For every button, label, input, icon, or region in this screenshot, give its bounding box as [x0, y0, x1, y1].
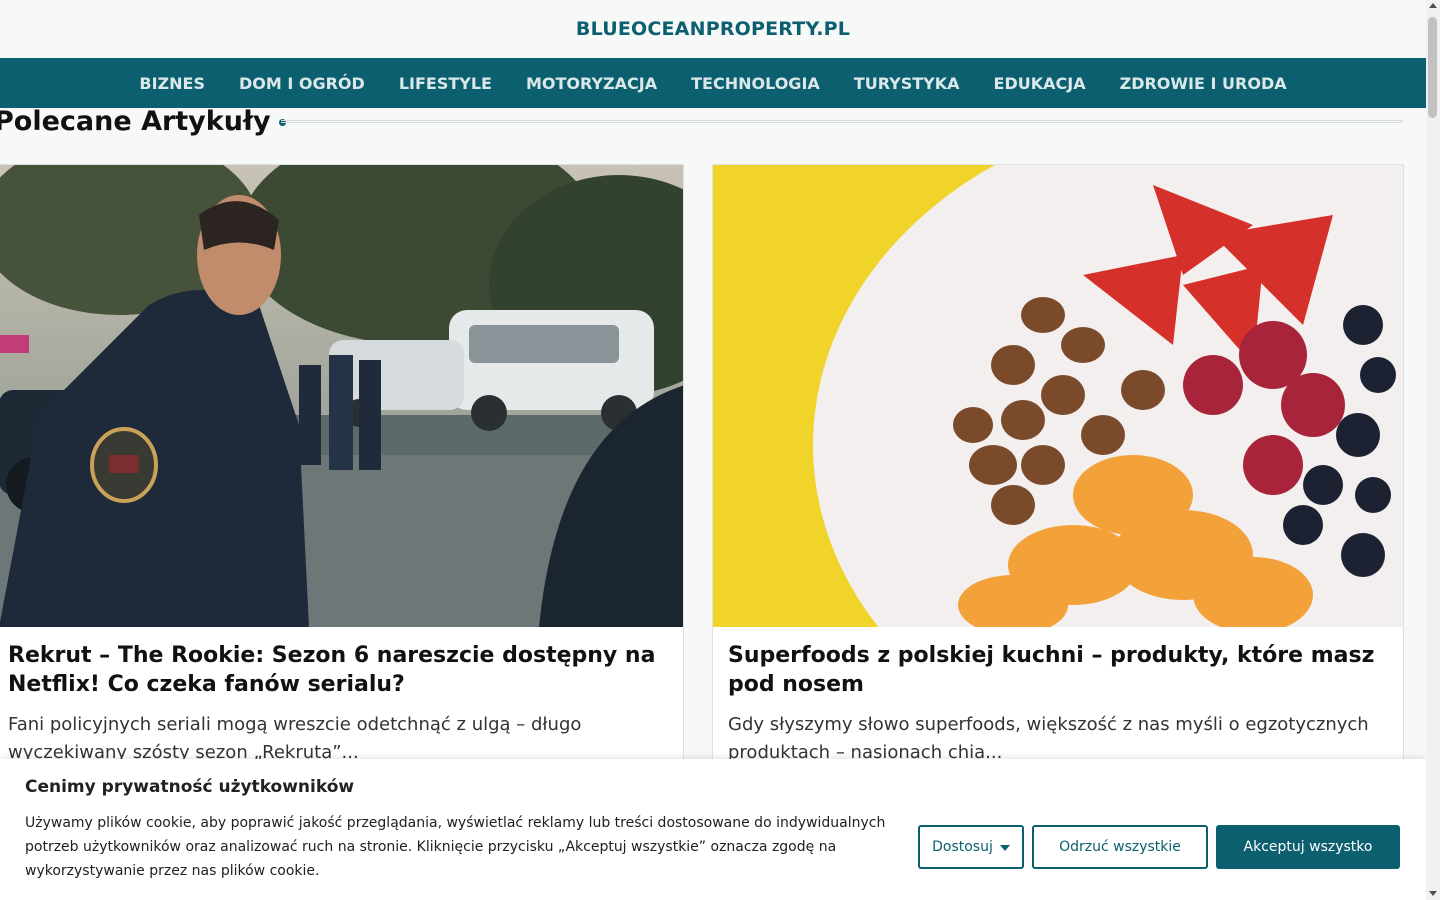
- article-title[interactable]: Rekrut – The Rookie: Sezon 6 nareszcie d…: [8, 641, 674, 699]
- article-image-fruit[interactable]: [713, 165, 1403, 627]
- section-heading: Polecane Artykuły: [0, 103, 286, 139]
- article-body: Rekrut – The Rookie: Sezon 6 nareszcie d…: [0, 627, 683, 767]
- scroll-up-arrow-icon[interactable]: [1429, 3, 1437, 8]
- cookie-title: Cenimy prywatność użytkowników: [25, 777, 355, 797]
- nav-item-motoryzacja[interactable]: MOTORYZACJA: [526, 74, 657, 93]
- page-scrollbar[interactable]: [1426, 0, 1440, 900]
- fruit-bowl-photo: [713, 165, 1403, 627]
- scroll-down-arrow-icon[interactable]: [1429, 891, 1437, 896]
- site-title-link[interactable]: BLUEOCEANPROPERTY.PL: [576, 18, 850, 40]
- scrollbar-thumb[interactable]: [1428, 17, 1437, 118]
- article-title[interactable]: Superfoods z polskiej kuchni – produkty,…: [728, 641, 1388, 699]
- cookie-customize-label: Dostosuj: [932, 839, 993, 855]
- site-header: BLUEOCEANPROPERTY.PL: [0, 0, 1426, 58]
- cookie-description: Używamy plików cookie, aby poprawić jako…: [25, 815, 886, 879]
- nav-item-lifestyle[interactable]: LIFESTYLE: [399, 74, 492, 93]
- cookie-reject-all-button[interactable]: Odrzuć wszystkie: [1032, 825, 1208, 869]
- nav-item-dom-i-ogrod[interactable]: DOM I OGRÓD: [239, 74, 365, 93]
- section-title: Polecane Artykuły: [0, 105, 271, 137]
- cookie-accept-all-button[interactable]: Akceptuj wszystko: [1216, 825, 1400, 869]
- section-divider: [281, 120, 1403, 123]
- police-officer-photo: [0, 165, 683, 627]
- caret-down-icon: [999, 845, 1010, 851]
- nav-item-edukacja[interactable]: EDUKACJA: [994, 74, 1086, 93]
- nav-item-zdrowie-i-uroda[interactable]: ZDROWIE I URODA: [1120, 74, 1287, 93]
- article-image-police[interactable]: [0, 165, 683, 627]
- main-navigation: BIZNES DOM I OGRÓD LIFESTYLE MOTORYZACJA…: [0, 58, 1426, 108]
- cookie-consent-banner: Cenimy prywatność użytkowników Używamy p…: [0, 759, 1426, 900]
- nav-item-biznes[interactable]: BIZNES: [139, 74, 205, 93]
- article-body: Superfoods z polskiej kuchni – produkty,…: [713, 627, 1403, 767]
- cookie-customize-button[interactable]: Dostosuj: [918, 825, 1024, 869]
- nav-item-turystyka[interactable]: TURYSTYKA: [854, 74, 960, 93]
- nav-item-technologia[interactable]: TECHNOLOGIA: [691, 74, 820, 93]
